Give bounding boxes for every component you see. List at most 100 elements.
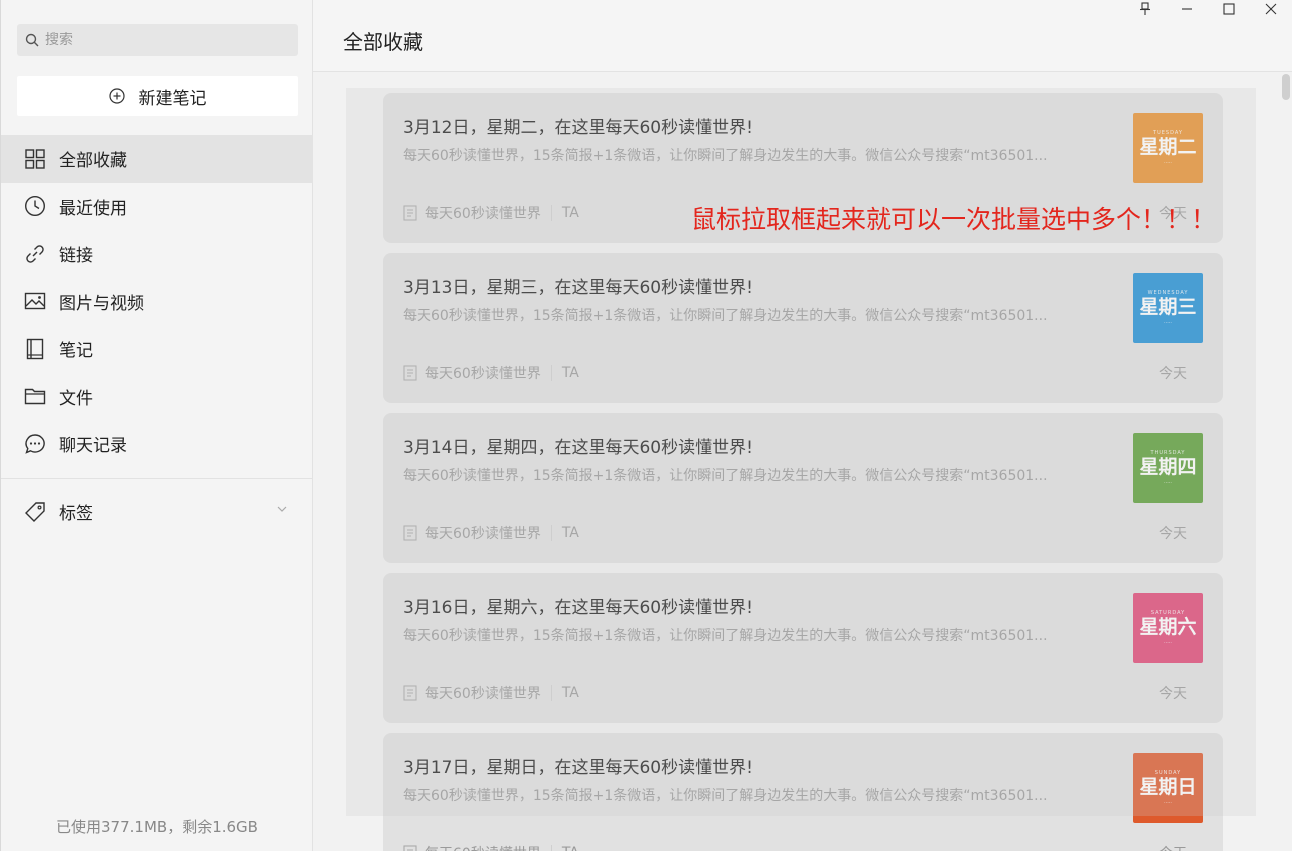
sidebar-item-chat-history[interactable]: 聊天记录 [1,420,313,468]
sidebar-nav: 全部收藏 最近使用 链接 图片与视频 笔记 文件 聊天记录 [1,135,313,468]
main-panel: 全部收藏 3月12日，星期二，在这里每天60秒读懂世界! 每天60秒读懂世界，1… [313,0,1292,851]
document-icon [403,685,417,701]
maximize-icon [1223,3,1235,15]
item-source: 每天60秒读懂世界 [425,366,541,382]
list-item[interactable]: 3月17日，星期日，在这里每天60秒读懂世界! 每天60秒读懂世界，15条简报+… [383,733,1223,851]
sidebar: 新建笔记 全部收藏 最近使用 链接 图片与视频 [0,0,313,851]
item-title: 3月14日，星期四，在这里每天60秒读懂世界! [403,438,753,458]
tags-label: 标签 [59,504,93,524]
item-author: TA [561,525,579,541]
thumb-decoration: ····· [1164,320,1172,326]
thumb-weekday: 星期三 [1139,296,1197,318]
list-item[interactable]: 3月14日，星期四，在这里每天60秒读懂世界! 每天60秒读懂世界，15条简报+… [383,413,1223,563]
sidebar-item-label: 图片与视频 [59,293,144,314]
item-title: 3月16日，星期六，在这里每天60秒读懂世界! [403,598,753,618]
link-icon [23,242,47,266]
minimize-icon [1182,8,1192,10]
thumb-weekday-en: THURSDAY [1150,450,1186,456]
clock-icon [23,194,47,218]
search-icon [25,33,39,47]
item-footer: 每天60秒读懂世界 TA [403,523,579,543]
item-thumbnail: THURSDAY 星期四 ····· [1133,433,1203,503]
sidebar-item-links[interactable]: 链接 [1,230,313,278]
sidebar-item-recent[interactable]: 最近使用 [1,183,313,231]
sidebar-item-label: 笔记 [59,341,93,362]
tag-icon [23,500,47,524]
window-controls [1124,0,1292,18]
item-description: 每天60秒读懂世界，15条简报+1条微语，让你瞬间了解身边发生的大事。微信公众号… [403,628,1048,644]
footer-separator [550,365,552,381]
sidebar-item-files[interactable]: 文件 [1,373,313,421]
item-thumbnail: WEDNESDAY 星期三 ····· [1133,273,1203,343]
item-author: TA [561,205,579,221]
footer-separator [550,845,552,851]
item-title: 3月17日，星期日，在这里每天60秒读懂世界! [403,758,753,778]
notebook-icon [23,337,47,361]
page-title: 全部收藏 [343,30,423,54]
header: 全部收藏 [313,0,1292,72]
sidebar-item-label: 全部收藏 [59,151,127,172]
footer-separator [550,205,552,221]
thumb-weekday-en: WEDNESDAY [1147,290,1189,296]
thumb-weekday-en: SUNDAY [1154,770,1182,776]
storage-usage: 已使用377.1MB，剩余1.6GB [56,818,258,836]
item-date: 今天 [1159,686,1187,702]
grid-icon [23,147,47,171]
sidebar-item-all-favorites[interactable]: 全部收藏 [1,135,313,183]
new-note-button[interactable]: 新建笔记 [17,76,298,116]
sidebar-item-label: 聊天记录 [59,436,127,457]
item-description: 每天60秒读懂世界，15条简报+1条微语，让你瞬间了解身边发生的大事。微信公众号… [403,308,1048,324]
item-footer: 每天60秒读懂世界 TA [403,363,579,383]
close-button[interactable] [1250,0,1292,18]
item-footer: 每天60秒读懂世界 TA [403,203,579,223]
thumb-decoration: ····· [1164,480,1172,486]
document-icon [403,525,417,541]
thumb-decoration: ····· [1164,800,1172,806]
sidebar-item-tags[interactable]: 标签 [1,488,313,535]
item-source: 每天60秒读懂世界 [425,206,541,222]
item-thumbnail: SUNDAY 星期日 ····· [1133,753,1203,823]
thumb-weekday-en: SATURDAY [1150,610,1186,616]
item-thumbnail: SATURDAY 星期六 ····· [1133,593,1203,663]
folder-icon [23,384,47,408]
list-item[interactable]: 3月13日，星期三，在这里每天60秒读懂世界! 每天60秒读懂世界，15条简报+… [383,253,1223,403]
thumb-weekday: 星期六 [1139,616,1197,638]
pin-icon [1140,2,1150,15]
item-description: 每天60秒读懂世界，15条简报+1条微语，让你瞬间了解身边发生的大事。微信公众号… [403,148,1048,164]
item-author: TA [562,845,579,851]
search-box[interactable] [17,24,298,56]
thumb-weekday: 星期二 [1139,136,1197,158]
item-title: 3月12日，星期二，在这里每天60秒读懂世界! [403,118,753,138]
sidebar-item-label: 链接 [59,246,93,267]
item-author: TA [561,685,579,701]
search-input[interactable] [45,32,285,48]
minimize-button[interactable] [1166,0,1208,18]
item-source: 每天60秒读懂世界 [425,686,541,702]
document-icon [403,845,417,851]
footer-separator [550,685,552,701]
sidebar-item-label: 文件 [59,388,93,409]
scrollbar-thumb[interactable] [1282,74,1290,100]
item-source: 每天60秒读懂世界 [425,843,541,851]
item-title: 3月13日，星期三，在这里每天60秒读懂世界! [403,278,753,298]
thumb-weekday: 星期四 [1139,456,1197,478]
annotation-text: 鼠标拉取框起来就可以一次批量选中多个！！！ [691,205,1217,234]
sidebar-item-images-videos[interactable]: 图片与视频 [1,278,313,326]
image-icon [23,289,47,313]
item-footer: 每天60秒读懂世界 TA [403,843,579,851]
new-note-label: 新建笔记 [138,88,207,109]
item-thumbnail: TUESDAY 星期二 ····· [1133,113,1203,183]
document-icon [403,205,417,221]
sidebar-item-label: 最近使用 [59,198,127,219]
chat-icon [23,432,47,456]
sidebar-item-notes[interactable]: 笔记 [1,325,313,373]
item-date: 今天 [1159,366,1187,382]
pin-button[interactable] [1124,0,1166,18]
list-item[interactable]: 3月16日，星期六，在这里每天60秒读懂世界! 每天60秒读懂世界，15条简报+… [383,573,1223,723]
chevron-down-icon[interactable] [277,506,287,512]
item-description: 每天60秒读懂世界，15条简报+1条微语，让你瞬间了解身边发生的大事。微信公众号… [403,788,1048,804]
footer-separator [550,525,552,541]
item-date: 今天 [1159,843,1187,851]
item-footer: 每天60秒读懂世界 TA [403,683,579,703]
maximize-button[interactable] [1208,0,1250,18]
